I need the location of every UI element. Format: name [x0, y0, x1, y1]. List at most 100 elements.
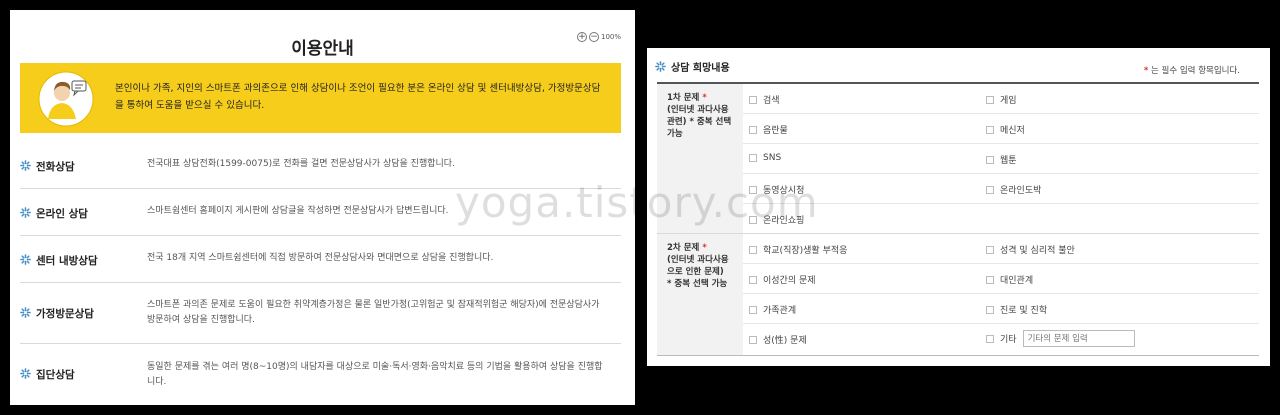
- other-problem-input[interactable]: [1022, 330, 1135, 347]
- option-row: 가족관계 진로 및 진학: [743, 294, 1259, 324]
- checkbox[interactable]: [749, 154, 757, 162]
- option-label: 게임: [1000, 96, 1017, 106]
- option-row: 학교(직장)생활 부적응 성격 및 심리적 불안: [743, 234, 1259, 264]
- option-interpersonal[interactable]: 대인관계: [986, 273, 1033, 286]
- service-row: 센터 내방상담 전국 18개 지역 스마트쉼센터에 직접 방문하여 전문상담사와…: [20, 236, 621, 283]
- option-label: 웹툰: [1000, 156, 1017, 166]
- sparkle-icon: [20, 307, 31, 318]
- sparkle-icon: [20, 207, 31, 218]
- checkbox[interactable]: [749, 335, 757, 344]
- option-other[interactable]: 기타: [986, 330, 1135, 347]
- zoom-level: 100%: [600, 33, 621, 41]
- zoom-out-button[interactable]: −: [588, 32, 599, 42]
- label-line: 관련): [667, 117, 687, 127]
- option-row: 이성간의 문제 대인관계: [743, 264, 1259, 294]
- service-label: 집단상담: [36, 369, 75, 381]
- option-search[interactable]: 검색: [749, 93, 780, 106]
- sparkle-icon: [20, 254, 31, 265]
- option-label: 학교(직장)생활 부적응: [763, 246, 848, 256]
- option-online-gambling[interactable]: 온라인도박: [986, 183, 1041, 196]
- option-label: 이성간의 문제: [763, 276, 816, 286]
- checkbox[interactable]: [749, 95, 757, 104]
- sparkle-icon: [20, 160, 31, 171]
- service-label: 센터 내방상담: [36, 255, 98, 267]
- option-personality-anxiety[interactable]: 성격 및 심리적 불안: [986, 243, 1075, 256]
- label-line: * 중복 선택 가능: [667, 279, 728, 289]
- service-label: 온라인 상담: [36, 208, 88, 220]
- banner-text: 본인이나 가족, 지인의 스마트폰 과의존으로 인해 상담이나 조언이 필요한 …: [115, 83, 601, 111]
- required-mark: *: [702, 93, 707, 103]
- service-desc: 동일한 문제를 겪는 여러 명(8~10명)의 내담자를 대상으로 미술·독서·…: [147, 362, 603, 387]
- required-note-text: 는 필수 입력 항목입니다.: [1150, 66, 1240, 76]
- sparkle-icon: [655, 61, 666, 72]
- option-label: 진로 및 진학: [1000, 306, 1048, 316]
- page-title: 이용안내: [291, 39, 354, 59]
- checkbox[interactable]: [986, 245, 994, 254]
- option-row: 성(性) 문제 기타: [743, 324, 1259, 354]
- service-label: 전화상담: [36, 161, 75, 173]
- option-row: SNS 웹툰: [743, 144, 1259, 174]
- primary-problem-options: 검색 게임 음란물 메신저 SNS 웹툰 동영상시청 온라인도박 온라인쇼핑: [743, 84, 1259, 233]
- checkbox[interactable]: [986, 334, 994, 343]
- option-label: 가족관계: [763, 306, 797, 316]
- zoom-in-button[interactable]: +: [576, 32, 587, 42]
- checkbox[interactable]: [986, 305, 994, 314]
- watermark: yoga.tistory.com: [455, 178, 819, 227]
- checkbox[interactable]: [749, 125, 757, 134]
- required-mark: *: [1143, 66, 1149, 76]
- option-label: 성격 및 심리적 불안: [1000, 246, 1075, 256]
- service-row: 가정방문상담 스마트폰 과의존 문제로 도움이 필요한 취약계층가정은 물론 일…: [20, 283, 621, 344]
- option-row: 온라인쇼핑: [743, 204, 1259, 234]
- checkbox[interactable]: [986, 275, 994, 284]
- label-line: 2차 문제: [667, 243, 700, 253]
- service-desc: 스마트폰 과의존 문제로 도움이 필요한 취약계층가정은 물론 일반가정(고위험…: [147, 300, 600, 325]
- option-game[interactable]: 게임: [986, 93, 1017, 106]
- checkbox[interactable]: [749, 275, 757, 284]
- checkbox[interactable]: [749, 245, 757, 254]
- service-row: 집단상담 동일한 문제를 겪는 여러 명(8~10명)의 내담자를 대상으로 미…: [20, 344, 621, 400]
- label-line: 1차 문제: [667, 93, 700, 103]
- option-relationship[interactable]: 이성간의 문제: [749, 273, 816, 286]
- checkbox[interactable]: [986, 155, 994, 164]
- label-line: 가능: [667, 129, 683, 139]
- option-row: 음란물 메신저: [743, 114, 1259, 144]
- form-section-header: 상담 희망내용: [655, 59, 730, 74]
- option-school-maladjustment[interactable]: 학교(직장)생활 부적응: [749, 243, 847, 256]
- option-label: 온라인도박: [1000, 186, 1042, 196]
- option-sexual-problem[interactable]: 성(性) 문제: [749, 333, 807, 346]
- checkbox[interactable]: [986, 185, 994, 194]
- option-webtoon[interactable]: 웹툰: [986, 153, 1017, 166]
- option-family[interactable]: 가족관계: [749, 303, 796, 316]
- option-row: 검색 게임: [743, 84, 1259, 114]
- option-label: 메신저: [1000, 126, 1025, 136]
- secondary-problem-label: 2차 문제 * (인터넷 과다사용 으로 인한 문제) * 중복 선택 가능: [657, 234, 743, 355]
- form-section-title: 상담 희망내용: [671, 63, 730, 74]
- option-label: 기타: [1000, 335, 1017, 345]
- option-row: 동영상시청 온라인도박: [743, 174, 1259, 204]
- label-line: (인터넷 과다사용: [667, 105, 729, 115]
- required-mark: *: [702, 243, 707, 253]
- label-line: 으로 인한 문제): [667, 267, 724, 277]
- service-label: 가정방문상담: [36, 308, 94, 320]
- label-line: * 중복 선택: [689, 117, 732, 127]
- option-label: 음란물: [763, 126, 788, 136]
- secondary-problem-options: 학교(직장)생활 부적응 성격 및 심리적 불안 이성간의 문제 대인관계 가족…: [743, 234, 1259, 355]
- zoom-control: + − 100%: [576, 32, 621, 42]
- option-messenger[interactable]: 메신저: [986, 123, 1025, 136]
- option-label: SNS: [763, 153, 782, 163]
- option-adult-content[interactable]: 음란물: [749, 123, 788, 136]
- option-career[interactable]: 진로 및 진학: [986, 303, 1047, 316]
- option-label: 성(性) 문제: [763, 336, 807, 346]
- option-sns[interactable]: SNS: [749, 153, 781, 163]
- counselor-avatar-icon: [38, 71, 94, 127]
- checkbox[interactable]: [749, 305, 757, 314]
- checkbox[interactable]: [986, 95, 994, 104]
- label-line: (인터넷 과다사용: [667, 255, 729, 265]
- option-label: 대인관계: [1000, 276, 1034, 286]
- info-banner: 본인이나 가족, 지인의 스마트폰 과의존으로 인해 상담이나 조언이 필요한 …: [20, 63, 621, 133]
- required-note: * 는 필수 입력 항목입니다.: [1144, 64, 1240, 76]
- sparkle-icon: [20, 368, 31, 379]
- service-desc: 전국대표 상담전화(1599-0075)로 전화를 걸면 전문상담사가 상담을 …: [147, 159, 455, 169]
- checkbox[interactable]: [986, 125, 994, 134]
- service-desc: 전국 18개 지역 스마트쉼센터에 직접 방문하여 전문상담사와 면대면으로 상…: [147, 253, 494, 263]
